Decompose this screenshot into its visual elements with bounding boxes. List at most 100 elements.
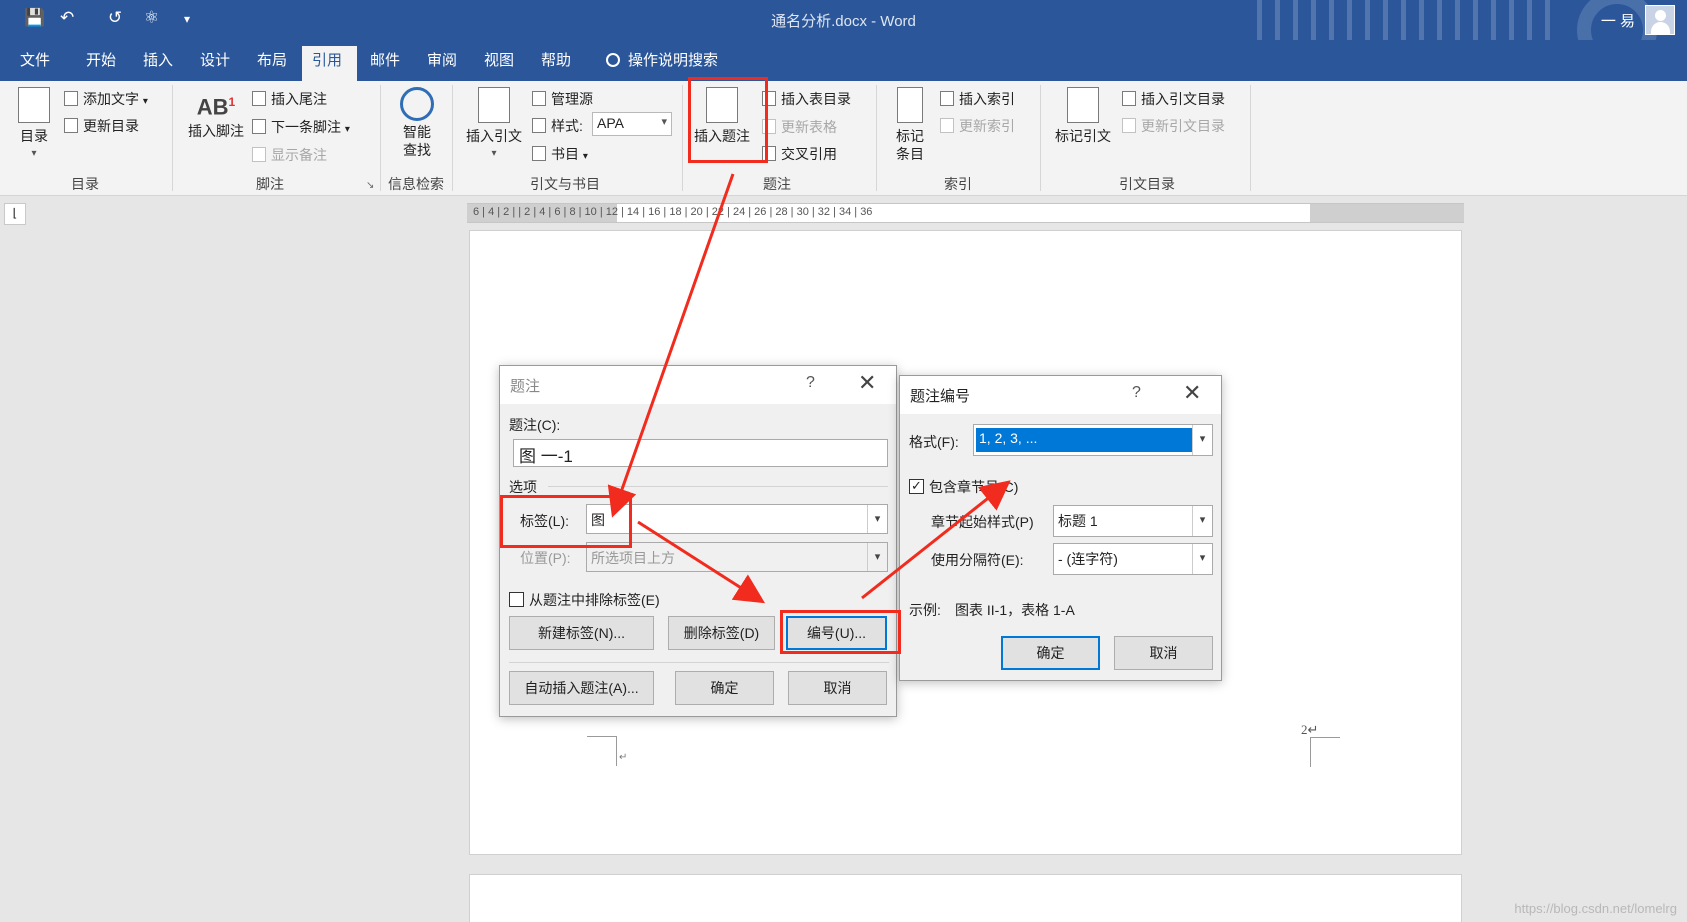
- horizontal-ruler[interactable]: 6 | 4 | 2 | | 2 | 4 | 6 | 8 | 10 | 12 | …: [467, 203, 1464, 223]
- title-bar: 💾 ↶ ↺ ⚛ ▾ 通名分析.docx - Word 一 易: [0, 0, 1687, 70]
- tab-home[interactable]: 开始: [76, 46, 126, 81]
- tell-me-search[interactable]: 操作说明搜索: [596, 46, 728, 81]
- tab-design[interactable]: 设计: [190, 46, 240, 81]
- tab-help[interactable]: 帮助: [531, 46, 581, 81]
- cross-reference-button[interactable]: 交叉引用: [762, 144, 837, 164]
- chevron-down-icon: ▾: [1192, 544, 1212, 574]
- delete-label-button[interactable]: 删除标签(D): [668, 616, 775, 650]
- citation-style-select[interactable]: APA: [592, 112, 672, 136]
- bibliography-label: 书目: [551, 146, 579, 162]
- separator-label: 使用分隔符(E):: [931, 552, 1024, 568]
- chapter-style-value: 标题 1: [1058, 513, 1098, 529]
- group-divider: [682, 85, 683, 191]
- help-icon[interactable]: ?: [1132, 384, 1141, 402]
- show-notes-label: 显示备注: [271, 147, 327, 163]
- paragraph-mark: ↵: [619, 752, 628, 763]
- group-divider: [1040, 85, 1041, 191]
- caption-numbering-dialog: 题注编号 ? ✕ 格式(F): 1, 2, 3, ... ▾ ✓ 包含章节号(C…: [899, 375, 1222, 681]
- insert-table-of-figures-label: 插入表目录: [781, 91, 851, 107]
- update-toc-button[interactable]: 更新目录: [64, 116, 139, 136]
- add-text-button[interactable]: 添加文字 ▾: [64, 89, 148, 109]
- chevron-down-icon: ▾: [142, 96, 148, 107]
- update-index-button[interactable]: 更新索引: [940, 116, 1015, 136]
- endnote-icon: [252, 91, 266, 106]
- insert-endnote-button[interactable]: 插入尾注: [252, 89, 327, 109]
- insert-endnote-label: 插入尾注: [271, 91, 327, 107]
- tab-selector[interactable]: ⌊: [4, 203, 26, 225]
- format-select[interactable]: 1, 2, 3, ... ▾: [973, 424, 1213, 456]
- insert-footnote-button[interactable]: AB1 插入脚注: [184, 81, 248, 140]
- new-label-button[interactable]: 新建标签(N)...: [509, 616, 654, 650]
- cancel-button[interactable]: 取消: [1114, 636, 1213, 670]
- tab-references[interactable]: 引用: [302, 46, 357, 81]
- chevron-down-icon: ▾: [582, 151, 588, 162]
- insert-index-button[interactable]: 插入索引: [940, 89, 1015, 109]
- smart-lookup-label-2: 查找: [403, 142, 431, 158]
- format-label: 格式(F):: [909, 434, 959, 450]
- include-chapter-checkbox[interactable]: ✓: [909, 479, 924, 494]
- lightbulb-icon: [606, 53, 620, 67]
- group-divider: [452, 85, 453, 191]
- smart-lookup-button[interactable]: 智能 查找: [392, 81, 442, 159]
- watermark: https://blog.csdn.net/lomelrg: [1514, 901, 1677, 916]
- insert-citation-button[interactable]: 插入引文 ▾: [462, 81, 526, 163]
- user-name[interactable]: 一 易: [1601, 10, 1635, 31]
- show-notes-button[interactable]: 显示备注: [252, 145, 327, 165]
- update-toc-icon: [64, 118, 78, 133]
- toc-icon: [18, 87, 50, 123]
- update-toa-button[interactable]: 更新引文目录: [1122, 116, 1225, 136]
- chevron-down-icon: ▾: [867, 505, 887, 533]
- caption-input[interactable]: 图 一-1: [513, 439, 888, 467]
- manage-sources-label: 管理源: [551, 91, 593, 107]
- insert-toa-button[interactable]: 插入引文目录: [1122, 89, 1225, 109]
- highlight-label: [500, 495, 632, 548]
- insert-table-of-figures-button[interactable]: 插入表目录: [762, 89, 851, 109]
- ruler-margin-right: [1310, 204, 1464, 222]
- tab-insert[interactable]: 插入: [133, 46, 183, 81]
- ok-button[interactable]: 确定: [1001, 636, 1100, 670]
- citation-icon: [478, 87, 510, 123]
- ok-button[interactable]: 确定: [675, 671, 774, 705]
- autocaption-button[interactable]: 自动插入题注(A)...: [509, 671, 654, 705]
- chevron-down-icon: ▾: [1192, 425, 1212, 455]
- manage-sources-button[interactable]: 管理源: [532, 89, 593, 109]
- next-footnote-icon: [252, 119, 266, 134]
- chapter-style-select[interactable]: 标题 1 ▾: [1053, 505, 1213, 537]
- document-page-next[interactable]: [469, 874, 1462, 922]
- options-label: 选项: [509, 479, 537, 495]
- cancel-button[interactable]: 取消: [788, 671, 887, 705]
- highlight-numbering: [780, 610, 901, 654]
- buttons-divider: [509, 662, 889, 663]
- cross-reference-label: 交叉引用: [781, 146, 837, 162]
- tab-review[interactable]: 审阅: [417, 46, 467, 81]
- insert-index-label: 插入索引: [959, 91, 1015, 107]
- exclude-label-checkbox[interactable]: [509, 592, 524, 607]
- separator-select[interactable]: - (连字符) ▾: [1053, 543, 1213, 575]
- tab-layout[interactable]: 布局: [247, 46, 297, 81]
- mark-entry-button[interactable]: 标记 条目: [884, 81, 936, 163]
- help-icon[interactable]: ?: [806, 374, 815, 392]
- insert-citation-label: 插入引文: [466, 128, 522, 144]
- add-text-label: 添加文字: [83, 91, 139, 107]
- tab-mailings[interactable]: 邮件: [360, 46, 410, 81]
- toc-button[interactable]: 目录 ▾: [14, 81, 54, 163]
- include-chapter-label: 包含章节号(C): [929, 479, 1019, 495]
- insert-toa-icon: [1122, 91, 1136, 106]
- close-icon[interactable]: ✕: [1183, 380, 1201, 406]
- next-footnote-button[interactable]: 下一条脚注 ▾: [252, 117, 350, 137]
- close-icon[interactable]: ✕: [858, 370, 876, 396]
- add-text-icon: [64, 91, 78, 106]
- tab-view[interactable]: 视图: [474, 46, 524, 81]
- mark-citation-button[interactable]: 标记引文: [1050, 81, 1116, 145]
- update-toa-label: 更新引文目录: [1141, 118, 1225, 134]
- dialog-launcher-icon[interactable]: ↘: [366, 180, 374, 191]
- avatar[interactable]: [1645, 5, 1675, 35]
- update-table-button[interactable]: 更新表格: [762, 117, 837, 137]
- window-title: 通名分析.docx - Word: [771, 13, 916, 30]
- group-label-citations: 引文与书目: [530, 176, 600, 192]
- update-table-label: 更新表格: [781, 119, 837, 135]
- tell-me-label: 操作说明搜索: [628, 52, 719, 69]
- insert-toa-label: 插入引文目录: [1141, 91, 1225, 107]
- tab-file[interactable]: 文件: [10, 46, 60, 81]
- bibliography-button[interactable]: 书目 ▾: [532, 144, 588, 164]
